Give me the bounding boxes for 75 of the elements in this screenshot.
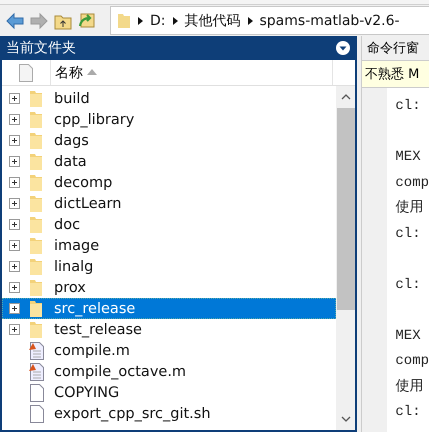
file-row[interactable]: dags bbox=[2, 130, 336, 151]
scroll-up-icon[interactable] bbox=[340, 94, 350, 100]
output-line: comp bbox=[395, 174, 429, 192]
chevron-icon bbox=[248, 16, 252, 24]
sort-icon bbox=[87, 68, 97, 74]
expand-icon[interactable] bbox=[8, 261, 20, 272]
path-segment[interactable]: 其他代码 bbox=[184, 12, 240, 30]
file-row[interactable]: image bbox=[2, 235, 336, 256]
expand-icon[interactable] bbox=[8, 303, 20, 314]
file-icon bbox=[28, 382, 44, 402]
path-segment[interactable]: D: bbox=[150, 12, 166, 28]
file-row[interactable]: cpp_library bbox=[2, 109, 336, 130]
dropdown-icon[interactable] bbox=[335, 40, 351, 56]
expand-icon[interactable] bbox=[8, 177, 20, 188]
file-row[interactable]: test_release bbox=[2, 319, 336, 340]
file-row[interactable]: src_release bbox=[2, 298, 336, 319]
back-icon[interactable] bbox=[6, 12, 24, 30]
folder-icon bbox=[28, 152, 44, 172]
expand-icon[interactable] bbox=[8, 282, 20, 293]
file-row[interactable]: export_cpp_src_git.sh bbox=[2, 403, 336, 424]
expand-icon[interactable] bbox=[8, 324, 20, 335]
expand-icon[interactable] bbox=[8, 156, 20, 167]
folder-icon bbox=[28, 172, 44, 192]
folder-icon bbox=[28, 256, 44, 276]
file-row[interactable]: data bbox=[2, 151, 336, 172]
scroll-thumb[interactable] bbox=[336, 108, 354, 310]
folder-icon bbox=[28, 320, 44, 340]
folder-icon bbox=[28, 236, 44, 256]
output-line: cl: bbox=[395, 97, 422, 116]
file-row[interactable]: decomp bbox=[2, 172, 336, 193]
matlab-file-icon bbox=[28, 340, 44, 360]
address-bar[interactable]: D: 其他代码 spams-matlab-v2.6- bbox=[110, 6, 429, 35]
output-line: MEX bbox=[395, 148, 422, 167]
file-row[interactable]: prox bbox=[2, 277, 336, 298]
chevron-icon bbox=[172, 16, 178, 24]
expand-icon[interactable] bbox=[8, 219, 20, 230]
file-row[interactable]: COPYING bbox=[2, 382, 336, 403]
folder-icon bbox=[28, 110, 44, 130]
file-icon bbox=[28, 404, 44, 424]
folder-icon bbox=[28, 194, 44, 214]
folder-icon bbox=[117, 12, 131, 30]
panel-title: 当前文件夹 bbox=[6, 39, 76, 57]
output-line: 使用 bbox=[395, 378, 424, 396]
column-header[interactable]: 名称 bbox=[51, 60, 333, 85]
path-segment[interactable]: spams-matlab-v2.6- bbox=[260, 12, 400, 28]
expand-icon[interactable] bbox=[8, 114, 20, 125]
file-row[interactable]: compile_octave.m bbox=[2, 361, 336, 382]
folder-icon bbox=[28, 298, 44, 318]
chevron-icon bbox=[138, 16, 143, 24]
command-window-title[interactable]: 命令行窗 bbox=[362, 36, 429, 61]
notice-text: 不熟悉 M bbox=[365, 66, 420, 83]
output-line: cl: bbox=[395, 224, 422, 244]
file-row[interactable]: build bbox=[2, 88, 336, 109]
output-line: MEX bbox=[395, 326, 422, 346]
expand-icon[interactable] bbox=[8, 135, 20, 146]
file-row[interactable]: doc bbox=[2, 214, 336, 235]
expand-icon[interactable] bbox=[8, 240, 20, 251]
scroll-down-icon[interactable] bbox=[340, 416, 350, 422]
expand-icon[interactable] bbox=[8, 198, 20, 209]
expand-icon[interactable] bbox=[8, 93, 20, 104]
output-line: 使用 bbox=[395, 198, 424, 218]
matlab-file-icon bbox=[28, 362, 44, 382]
folder-icon bbox=[28, 214, 44, 234]
browse-folder-icon[interactable] bbox=[78, 12, 96, 30]
folder-icon bbox=[28, 88, 44, 108]
file-icon bbox=[19, 64, 33, 82]
scrollbar[interactable] bbox=[336, 86, 355, 430]
output-line: cl: bbox=[395, 403, 422, 422]
file-row[interactable]: dictLearn bbox=[2, 193, 336, 214]
output-line: cl: bbox=[395, 276, 422, 294]
folder-icon bbox=[28, 130, 44, 150]
folder-icon bbox=[28, 278, 44, 298]
output-line: comp bbox=[395, 352, 429, 371]
file-row[interactable]: linalg bbox=[2, 256, 336, 277]
file-row[interactable]: compile.m bbox=[2, 340, 336, 361]
